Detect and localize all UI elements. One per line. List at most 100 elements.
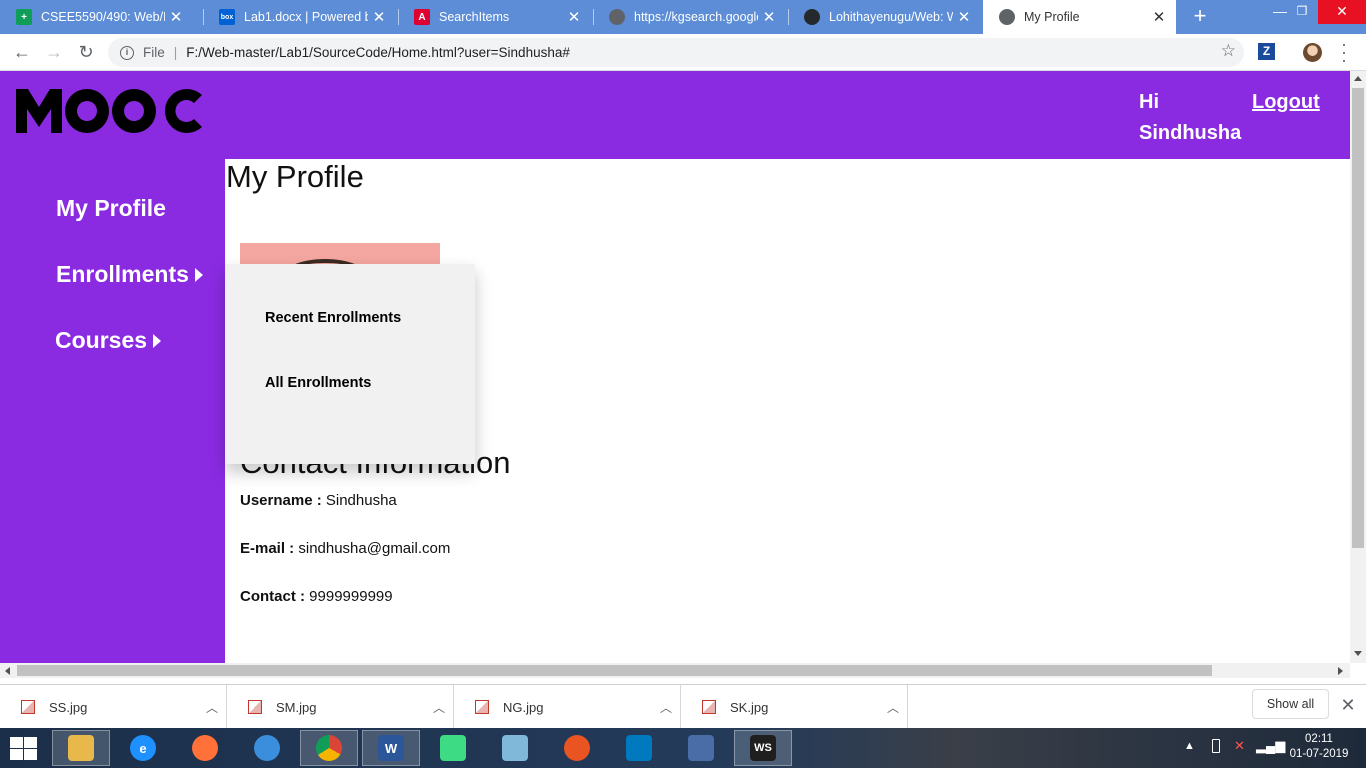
sidebar-item-label: Courses xyxy=(55,327,148,353)
sheets-icon: + xyxy=(16,9,32,25)
sidebar-item-enrollments[interactable]: Enrollments xyxy=(56,261,203,288)
sidebar-nav: My Profile Enrollments Courses xyxy=(0,159,225,663)
taskbar-file-explorer[interactable] xyxy=(52,730,110,766)
reload-button[interactable]: ↻ xyxy=(74,40,98,64)
word-icon: W xyxy=(378,735,404,761)
tab-title: My Profile xyxy=(1024,10,1080,24)
scroll-down-arrow[interactable] xyxy=(1354,651,1362,656)
taskbar-internet-explorer[interactable]: e xyxy=(114,730,172,766)
bookmark-star-icon[interactable]: ☆ xyxy=(1221,41,1236,61)
taskbar-ubuntu[interactable] xyxy=(548,730,606,766)
taskbar-trello[interactable] xyxy=(610,730,668,766)
vertical-scrollbar[interactable] xyxy=(1350,71,1366,663)
forward-button[interactable]: → xyxy=(42,40,66,64)
scroll-right-arrow[interactable] xyxy=(1338,667,1343,675)
taskbar-word[interactable]: W xyxy=(362,730,420,766)
zotero-extension-icon[interactable]: Z xyxy=(1258,43,1275,60)
tab-my-profile[interactable]: My Profile ✕ xyxy=(983,0,1176,34)
image-file-icon xyxy=(21,700,35,714)
window-close-button[interactable]: ✕ xyxy=(1318,0,1366,24)
tab-searchitems[interactable]: A SearchItems ✕ xyxy=(398,0,591,34)
box-icon: box xyxy=(219,9,235,25)
volume-muted-icon[interactable]: ✕ xyxy=(1234,738,1245,778)
dropdown-item-all-enrollments[interactable]: All Enrollments xyxy=(265,375,371,391)
download-item[interactable]: NG.jpg ︿ xyxy=(454,685,681,729)
image-file-icon xyxy=(702,700,716,714)
user-greeting: Hi Sindhusha xyxy=(1139,91,1242,144)
profile-avatar[interactable] xyxy=(1303,43,1322,62)
taskbar-webstorm[interactable]: WS xyxy=(734,730,792,766)
tab-github[interactable]: Lohithayenugu/Web: W ✕ xyxy=(788,0,981,34)
tab-close-icon[interactable]: ✕ xyxy=(563,8,585,26)
chrome-icon xyxy=(316,735,342,761)
close-shelf-icon[interactable]: ✕ xyxy=(1338,695,1358,716)
contact-row: Contact : 9999999999 xyxy=(240,588,393,605)
tab-title: CSEE5590/490: Web/Mo xyxy=(41,10,165,24)
windows-taskbar: e W WS ▲ ✕ ▂▄▆ 02:11 01-07-2019 xyxy=(0,728,1366,768)
download-item[interactable]: SM.jpg ︿ xyxy=(227,685,454,729)
notepad-icon xyxy=(502,735,528,761)
new-tab-button[interactable]: + xyxy=(1188,4,1212,28)
username-row: Username : Sindhusha xyxy=(240,492,397,509)
clock-time: 02:11 xyxy=(1305,733,1333,745)
taskbar-chrome[interactable] xyxy=(300,730,358,766)
info-icon[interactable]: i xyxy=(120,45,134,60)
tab-close-icon[interactable]: ✕ xyxy=(758,8,780,26)
globe-icon xyxy=(609,9,625,25)
taskbar-android-studio[interactable] xyxy=(424,730,482,766)
browser-menu-icon[interactable]: · · · xyxy=(1338,35,1350,69)
taskbar-app[interactable] xyxy=(238,730,296,766)
logout-link[interactable]: Logout xyxy=(1252,87,1320,118)
show-all-downloads-button[interactable]: Show all xyxy=(1252,689,1329,719)
clock-date: 01-07-2019 xyxy=(1289,748,1349,760)
vertical-scroll-thumb[interactable] xyxy=(1352,88,1364,548)
tab-close-icon[interactable]: ✕ xyxy=(1148,8,1170,26)
tab-kgsearch[interactable]: https://kgsearch.googlea ✕ xyxy=(593,0,786,34)
tray-chevron-icon[interactable]: ▲ xyxy=(1184,740,1195,780)
tab-csee5590[interactable]: + CSEE5590/490: Web/Mo ✕ xyxy=(0,0,193,34)
ubuntu-icon xyxy=(564,735,590,761)
taskbar-firefox[interactable] xyxy=(176,730,234,766)
caret-right-icon xyxy=(194,267,203,282)
tab-close-icon[interactable]: ✕ xyxy=(953,8,975,26)
system-clock[interactable]: 02:11 01-07-2019 xyxy=(1284,732,1354,762)
webstorm-icon: WS xyxy=(750,735,776,761)
tab-title: Lohithayenugu/Web: W xyxy=(829,10,953,24)
chevron-up-icon[interactable]: ︿ xyxy=(425,699,453,716)
battery-icon[interactable] xyxy=(1212,739,1220,753)
windows-start-button[interactable] xyxy=(8,736,38,760)
download-filename: SK.jpg xyxy=(730,699,769,715)
chevron-up-icon[interactable]: ︿ xyxy=(652,699,680,716)
sidebar-item-courses[interactable]: Courses xyxy=(55,327,162,354)
mooc-logo[interactable] xyxy=(14,83,210,135)
download-item[interactable]: SS.jpg ︿ xyxy=(0,685,227,729)
url-text[interactable]: F:/Web-master/Lab1/SourceCode/Home.html?… xyxy=(186,45,570,60)
horizontal-scrollbar[interactable] xyxy=(0,663,1350,678)
network-signal-icon[interactable]: ▂▄▆ xyxy=(1256,738,1285,778)
browser-tab-strip: + CSEE5590/490: Web/Mo ✕ box Lab1.docx |… xyxy=(0,0,1366,34)
tab-title: Lab1.docx | Powered by B xyxy=(244,10,368,24)
caret-right-icon xyxy=(153,333,162,348)
taskbar-notepad[interactable] xyxy=(486,730,544,766)
file-explorer-icon xyxy=(68,735,94,761)
scroll-up-arrow[interactable] xyxy=(1354,76,1362,81)
angular-icon: A xyxy=(414,9,430,25)
horizontal-scroll-thumb[interactable] xyxy=(17,665,1212,676)
remote-desktop-icon xyxy=(688,735,714,761)
download-item[interactable]: SK.jpg ︿ xyxy=(681,685,908,729)
back-button[interactable]: ← xyxy=(10,40,34,64)
chevron-up-icon[interactable]: ︿ xyxy=(198,699,226,716)
chevron-up-icon[interactable]: ︿ xyxy=(879,699,907,716)
tab-close-icon[interactable]: ✕ xyxy=(165,8,187,26)
dropdown-item-recent-enrollments[interactable]: Recent Enrollments xyxy=(265,310,401,326)
contact-label: Contact : xyxy=(240,588,305,605)
tab-close-icon[interactable]: ✕ xyxy=(368,8,390,26)
tab-lab1-docx[interactable]: box Lab1.docx | Powered by B ✕ xyxy=(203,0,396,34)
page-title: My Profile xyxy=(226,159,364,194)
address-bar[interactable]: i File | F:/Web-master/Lab1/SourceCode/H… xyxy=(108,38,1244,67)
sidebar-item-my-profile[interactable]: My Profile xyxy=(56,195,166,222)
email-value: sindhusha@gmail.com xyxy=(298,540,451,557)
scroll-left-arrow[interactable] xyxy=(5,667,10,675)
taskbar-remote-desktop[interactable] xyxy=(672,730,730,766)
app-icon xyxy=(254,735,280,761)
